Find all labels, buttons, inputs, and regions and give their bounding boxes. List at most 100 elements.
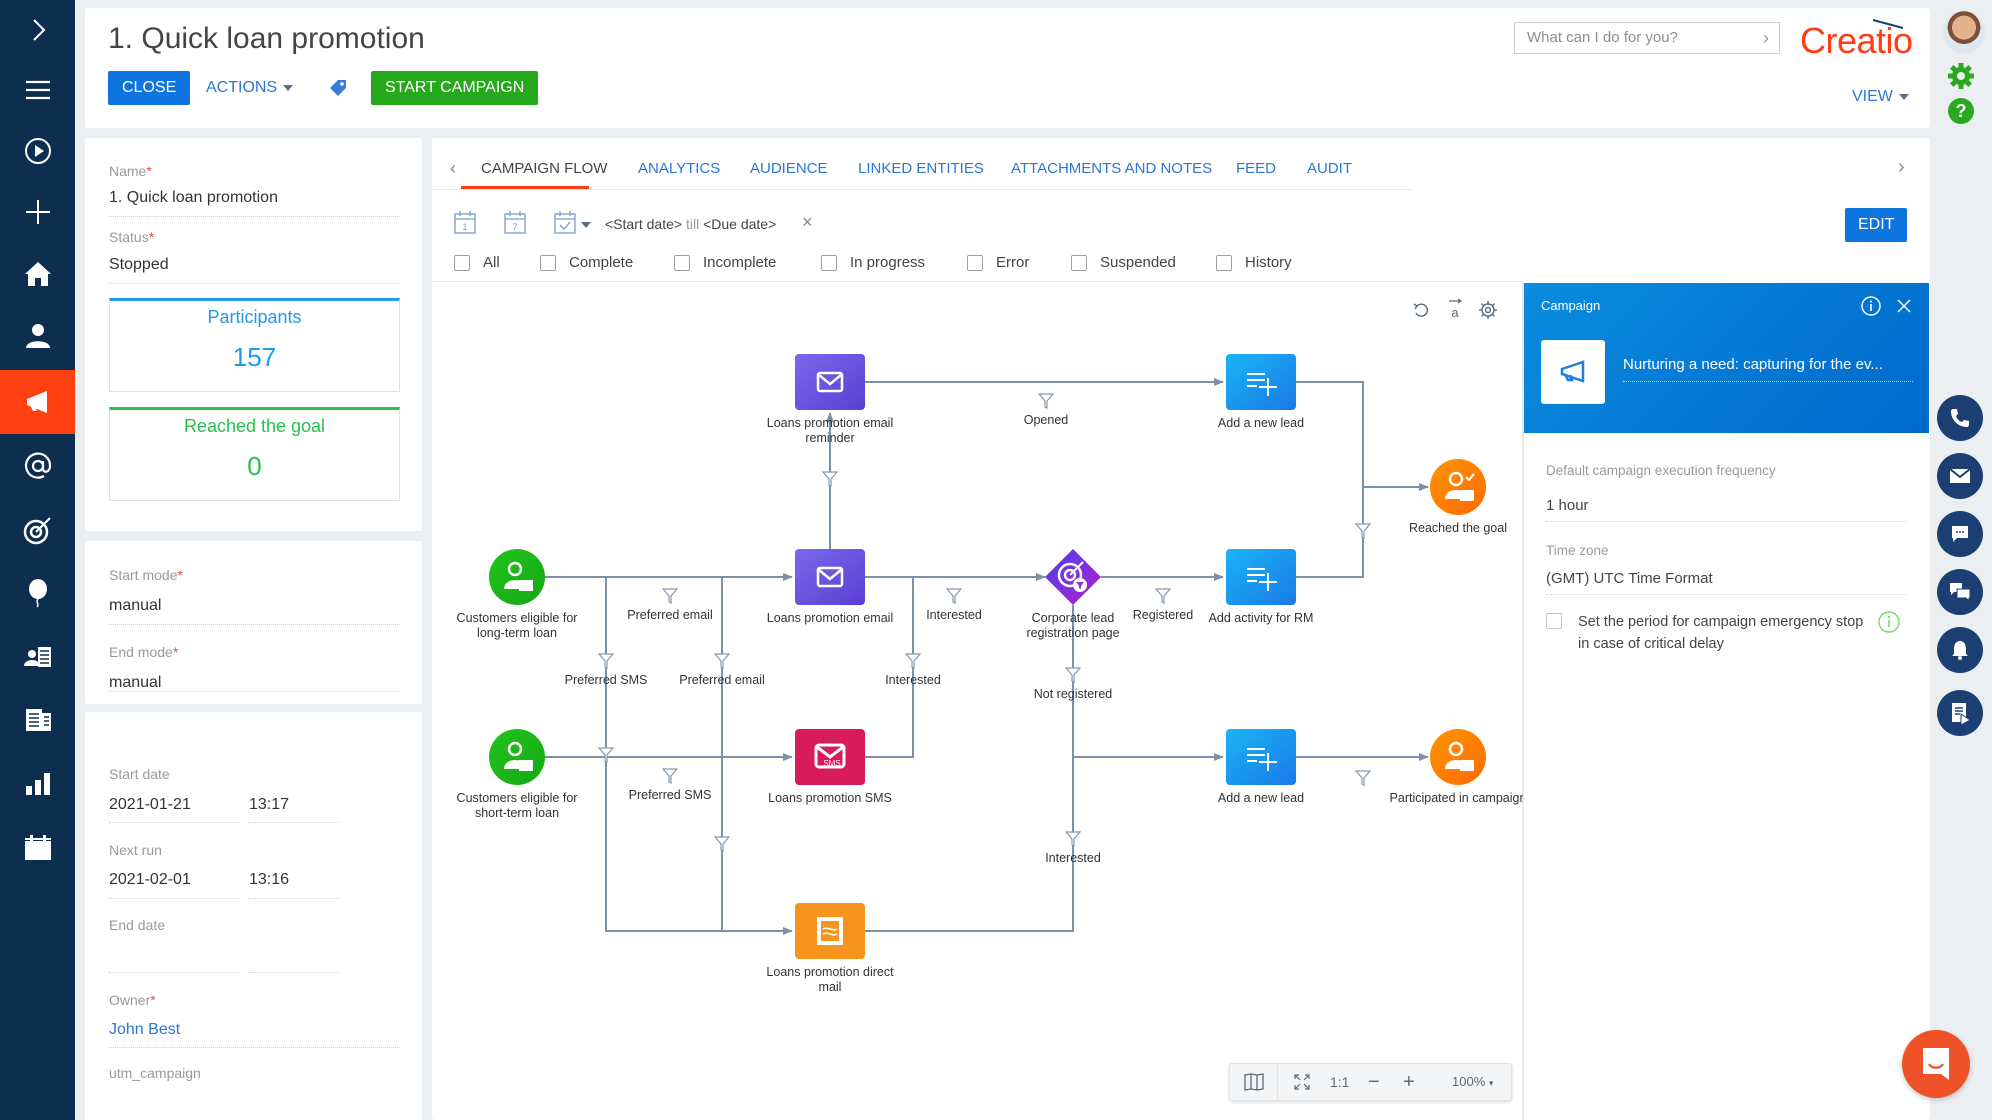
end-time-field[interactable] [248,972,340,973]
status-field[interactable]: Stopped [109,256,169,274]
reached-goal-count: 0 [247,451,262,481]
timezone-label: Time zone [1546,543,1609,558]
menu-button[interactable] [0,60,75,120]
start-date-field[interactable]: 2021-01-21 [109,796,191,814]
end-mode-field[interactable]: manual [109,674,161,692]
next-run-time-field: 13:16 [249,871,290,888]
expand-nav-button[interactable] [0,0,75,60]
close-button[interactable]: CLOSE [108,71,191,105]
zoom-level-dropdown[interactable]: 100% ▾ [1452,1064,1493,1100]
view-dropdown[interactable]: VIEW [1852,80,1909,114]
feed-button[interactable] [1937,569,1983,615]
text-direction-icon[interactable]: a [1446,298,1464,320]
participants-widget[interactable]: Participants 157 [109,298,400,392]
reached-goal-widget[interactable]: Reached the goal 0 [109,407,400,501]
user-avatar[interactable] [1943,10,1985,54]
filter-history[interactable]: History [1216,254,1292,271]
nav-dashboards[interactable] [0,754,75,814]
tabs-scroll-left[interactable]: ‹ [450,158,456,179]
edit-button[interactable]: EDIT [1845,208,1908,242]
filter-complete[interactable]: Complete [540,254,633,271]
system-settings-button[interactable] [1947,62,1975,95]
owner-link[interactable]: John Best [109,1021,180,1039]
flow-node-label: Loans promotion direct mail [766,965,894,994]
filter-in-progress[interactable]: In progress [821,254,925,271]
nav-events[interactable] [0,563,75,623]
help-button[interactable]: ? [1947,97,1975,130]
bell-icon [1952,641,1968,660]
undo-icon[interactable] [1412,301,1430,319]
tab-audience[interactable]: AUDIENCE [750,160,828,177]
nav-home[interactable] [0,244,75,304]
actions-dropdown[interactable]: ACTIONS [206,71,294,105]
caret-down-icon[interactable] [581,222,591,228]
filter-error[interactable]: Error [967,254,1029,271]
at-icon [24,452,51,479]
phone-button[interactable] [1937,395,1983,441]
info-icon[interactable] [1877,610,1901,634]
chat-button[interactable] [1937,511,1983,557]
nav-contacts[interactable] [0,306,75,366]
flow-condition-label[interactable]: Preferred email [667,673,777,687]
filter-all[interactable]: All [454,254,500,271]
chevron-right-icon: › [1763,28,1769,48]
nav-accounts[interactable] [0,690,75,750]
nav-accounts-contacts[interactable] [0,627,75,687]
timezone-field[interactable]: (GMT) UTC Time Format [1546,570,1713,587]
name-field[interactable]: 1. Quick loan promotion [109,189,278,207]
period-filter-text[interactable]: <Start date> till <Due date> [605,216,776,232]
flow-condition-label[interactable]: Preferred SMS [551,673,661,687]
flow-condition-label[interactable]: Registered [1108,608,1218,622]
nav-process[interactable] [0,121,75,181]
campaign-icon-box [1541,340,1605,404]
tab-audit[interactable]: AUDIT [1307,160,1352,177]
tab-campaign-flow[interactable]: CAMPAIGN FLOW [481,160,607,177]
campaign-link[interactable]: Nurturing a need: capturing for the ev..… [1623,356,1913,382]
start-time-field[interactable]: 13:17 [249,796,289,814]
minimap-button[interactable] [1230,1064,1278,1100]
zoom-out-button[interactable]: − [1368,1064,1380,1100]
divider [248,898,340,899]
notifications-button[interactable] [1937,627,1983,673]
end-date-field[interactable] [109,972,239,973]
nav-leads[interactable] [0,500,75,560]
flow-condition-label[interactable]: Preferred SMS [615,788,725,802]
start-campaign-button[interactable]: START CAMPAIGN [371,71,539,105]
info-icon[interactable] [1860,295,1882,317]
support-chat-button[interactable] [1902,1030,1970,1098]
flow-condition-label[interactable]: Interested [858,673,968,687]
actual-size-button[interactable]: 1:1 [1330,1064,1349,1100]
tabs-scroll-right[interactable]: › [1898,156,1905,179]
clear-period-button[interactable]: × [802,212,813,233]
tab-attachments-notes[interactable]: ATTACHMENTS AND NOTES [1011,160,1212,177]
calendar-week-icon[interactable]: 7 [504,210,526,234]
filter-suspended[interactable]: Suspended [1071,254,1176,271]
nav-add[interactable] [0,182,75,242]
fit-to-screen-button[interactable] [1294,1064,1314,1100]
calendar-day-icon[interactable]: 1 [454,210,476,234]
command-search-input[interactable]: What can I do for you? › [1514,22,1780,54]
calendar-period-icon[interactable] [554,210,576,234]
hamburger-icon [25,80,50,100]
email-button[interactable] [1937,453,1983,499]
zoom-in-button[interactable]: + [1403,1064,1415,1100]
flow-condition-label[interactable]: Not registered [1018,687,1128,701]
tab-analytics[interactable]: ANALYTICS [638,160,720,177]
nav-campaigns[interactable] [0,370,75,434]
tab-feed[interactable]: FEED [1236,160,1276,177]
process-log-button[interactable] [1937,690,1983,736]
close-icon[interactable] [1895,297,1913,315]
start-mode-field[interactable]: manual [109,597,161,615]
flow-condition-label[interactable]: Preferred email [615,608,725,622]
tag-button[interactable] [328,78,348,103]
frequency-field[interactable]: 1 hour [1546,497,1589,514]
flow-condition-label[interactable]: Interested [1018,851,1128,865]
filter-incomplete[interactable]: Incomplete [674,254,776,271]
flow-condition-label[interactable]: Opened [991,413,1101,427]
tab-linked-entities[interactable]: LINKED ENTITIES [858,160,984,177]
gear-icon[interactable] [1478,300,1498,320]
flow-condition-label[interactable]: Interested [899,608,1009,622]
emergency-stop-checkbox[interactable] [1546,613,1562,629]
nav-email[interactable] [0,436,75,496]
nav-calendar[interactable] [0,818,75,878]
